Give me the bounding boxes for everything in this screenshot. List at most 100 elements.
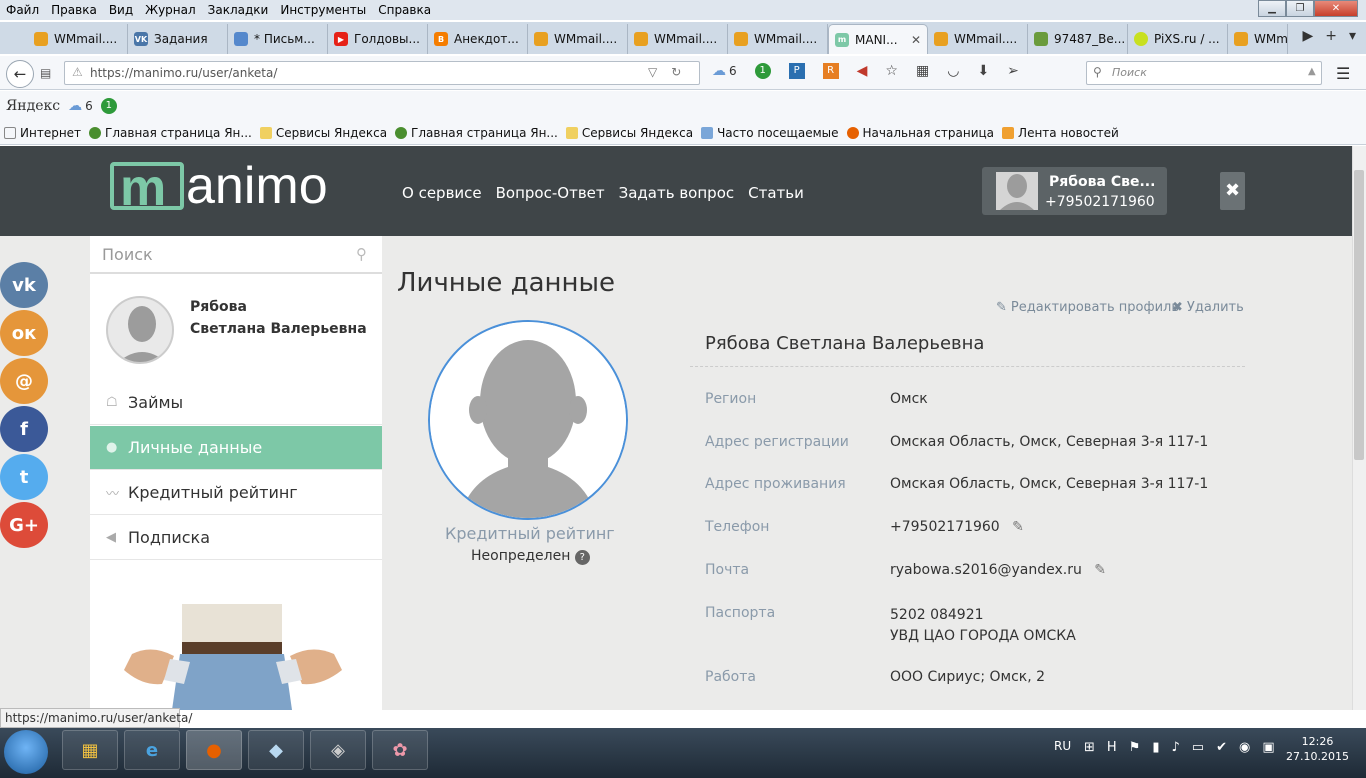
nav-about[interactable]: О сервисе (402, 184, 482, 202)
scroll-up-icon[interactable]: ▲ (1308, 66, 1316, 77)
new-tab-icon[interactable]: + (1325, 28, 1337, 44)
weather-icon[interactable]: ☁ 6 (712, 63, 737, 79)
menu-edit[interactable]: Правка (45, 3, 103, 17)
edit-email-icon[interactable]: ✎ (1094, 562, 1106, 578)
bookmark-item[interactable]: Часто посещаемые (701, 126, 839, 140)
pocket-icon[interactable]: ◡ (947, 63, 959, 79)
tab[interactable]: WMmail.... (28, 24, 128, 54)
tab[interactable]: WMmail.... (728, 24, 828, 54)
menu-file[interactable]: Файл (0, 3, 45, 17)
user-name[interactable]: Рябова Све... (1049, 174, 1155, 190)
delete-link[interactable]: ✖ Удалить (1172, 300, 1244, 315)
clock[interactable]: 12:26 27.10.2015 (1286, 734, 1349, 764)
bookmark-item[interactable]: Главная страница Ян... (89, 126, 252, 140)
menu-bookmarks[interactable]: Закладки (202, 3, 275, 17)
menu-view[interactable]: Вид (103, 3, 139, 17)
tab-active[interactable]: m MANI... ✕ (828, 24, 928, 54)
h-icon[interactable]: H (1107, 740, 1117, 755)
dropdown-icon[interactable]: ▽ (648, 65, 657, 79)
language-indicator[interactable]: RU (1054, 739, 1071, 753)
edit-profile-link[interactable]: ✎ Редактировать профиль (996, 300, 1179, 315)
facebook-share-button[interactable]: f (0, 406, 48, 452)
reading-list-icon[interactable]: ▦ (916, 63, 929, 79)
sidebar-item-loans[interactable]: ☖ Займы (90, 381, 382, 425)
page-icon[interactable]: ▤ (40, 66, 51, 80)
manimo-logo[interactable]: m animo (110, 157, 350, 218)
paint-taskbar-icon[interactable]: ✿ (372, 730, 428, 770)
bookmark-item[interactable]: Главная страница Ян... (395, 126, 558, 140)
firefox-taskbar-icon[interactable]: ● (186, 730, 242, 770)
sidebar-item-credit-rating[interactable]: 〰 Кредитный рейтинг (90, 471, 382, 515)
tab[interactable]: VK Задания (128, 24, 228, 54)
menu-icon[interactable]: ☰ (1336, 64, 1350, 83)
download-icon[interactable]: ⬇ (977, 63, 989, 79)
start-button[interactable] (4, 730, 48, 774)
yandex-weather-icon[interactable]: ☁ 6 (68, 98, 93, 114)
field-label: Работа (705, 669, 756, 685)
tab[interactable]: WMmail.... (628, 24, 728, 54)
minimize-button[interactable]: ▁ (1258, 0, 1286, 17)
search-icon[interactable]: ⚲ (356, 245, 367, 263)
bookmark-item[interactable]: Сервисы Яндекса (565, 126, 693, 140)
update-icon[interactable]: ✔ (1216, 740, 1227, 755)
bookmark-item[interactable]: Сервисы Яндекса (259, 126, 387, 140)
close-window-button[interactable]: ✕ (1314, 0, 1358, 17)
tab[interactable]: * Письм... (228, 24, 328, 54)
tab[interactable]: ▶ Голдовы... (328, 24, 428, 54)
menu-history[interactable]: Журнал (139, 3, 202, 17)
speaker-icon[interactable]: ◀ (857, 63, 868, 79)
signal-icon[interactable]: ▮ (1152, 740, 1159, 755)
extension2-icon[interactable]: R (822, 63, 839, 79)
url-text[interactable]: https://manimo.ru/user/anketa/ (90, 66, 277, 80)
tab[interactable]: WMm (1228, 24, 1288, 54)
sidebar-item-personal-data[interactable]: ● Личные данные (90, 426, 382, 470)
vk-share-button[interactable]: vk (0, 262, 48, 308)
tab-favicon-icon (934, 32, 948, 46)
tab[interactable]: WMmail.... (928, 24, 1028, 54)
tab[interactable]: 97487_Be... (1028, 24, 1128, 54)
twitter-share-button[interactable]: t (0, 454, 48, 500)
edit-phone-icon[interactable]: ✎ (1012, 519, 1024, 535)
ie-taskbar-icon[interactable]: e (124, 730, 180, 770)
ok-share-button[interactable]: ок (0, 310, 48, 356)
tab[interactable]: B Анекдот... (428, 24, 528, 54)
send-icon[interactable]: ➢ (1007, 63, 1019, 79)
tanks-taskbar-icon[interactable]: ◈ (310, 730, 366, 770)
close-tab-icon[interactable]: ✕ (911, 33, 921, 47)
tab-scroll-right-icon[interactable]: ▶ (1302, 28, 1313, 44)
flag-icon[interactable]: ⚑ (1129, 740, 1141, 755)
nav-articles[interactable]: Статьи (748, 184, 804, 202)
menu-tools[interactable]: Инструменты (274, 3, 372, 17)
battery-icon[interactable]: ▭ (1192, 740, 1204, 755)
tab[interactable]: PiXS.ru / ... (1128, 24, 1228, 54)
question-icon[interactable]: ? (574, 550, 590, 565)
mail-share-button[interactable]: @ (0, 358, 48, 404)
tab-favicon-icon (1234, 32, 1248, 46)
notes-taskbar-icon[interactable]: ◆ (248, 730, 304, 770)
maximize-button[interactable]: ❐ (1286, 0, 1314, 17)
windows-icon[interactable]: ⊞ (1084, 740, 1095, 755)
gplus-share-button[interactable]: G+ (0, 502, 48, 548)
tray-app-icon[interactable]: ◉ (1239, 740, 1250, 755)
scrollbar-thumb[interactable] (1354, 170, 1364, 460)
logout-button[interactable]: ✖ (1220, 172, 1245, 210)
back-button[interactable]: ← (6, 60, 34, 88)
display-icon[interactable]: ▣ (1262, 740, 1274, 755)
menu-help[interactable]: Справка (372, 3, 437, 17)
volume-icon[interactable]: ♪ (1172, 740, 1180, 755)
sidebar-item-subscription[interactable]: ◀ Подписка (90, 516, 382, 560)
notification-badge[interactable]: 1 (754, 63, 771, 79)
yandex-count-badge[interactable]: 1 (100, 98, 117, 114)
nav-faq[interactable]: Вопрос-Ответ (496, 184, 605, 202)
nav-ask[interactable]: Задать вопрос (619, 184, 735, 202)
explorer-taskbar-icon[interactable]: ▦ (62, 730, 118, 770)
yandex-logo[interactable]: Яндекс (6, 98, 60, 114)
star-icon[interactable]: ☆ (885, 63, 898, 79)
tab[interactable]: WMmail.... (528, 24, 628, 54)
bookmark-item[interactable]: Начальная страница (846, 126, 994, 140)
reload-icon[interactable]: ↻ (671, 65, 681, 79)
bookmark-item[interactable]: Интернет (4, 126, 81, 140)
extension-icon[interactable]: P (788, 63, 805, 79)
bookmark-item[interactable]: Лента новостей (1002, 126, 1119, 140)
tab-list-icon[interactable]: ▾ (1349, 28, 1356, 44)
